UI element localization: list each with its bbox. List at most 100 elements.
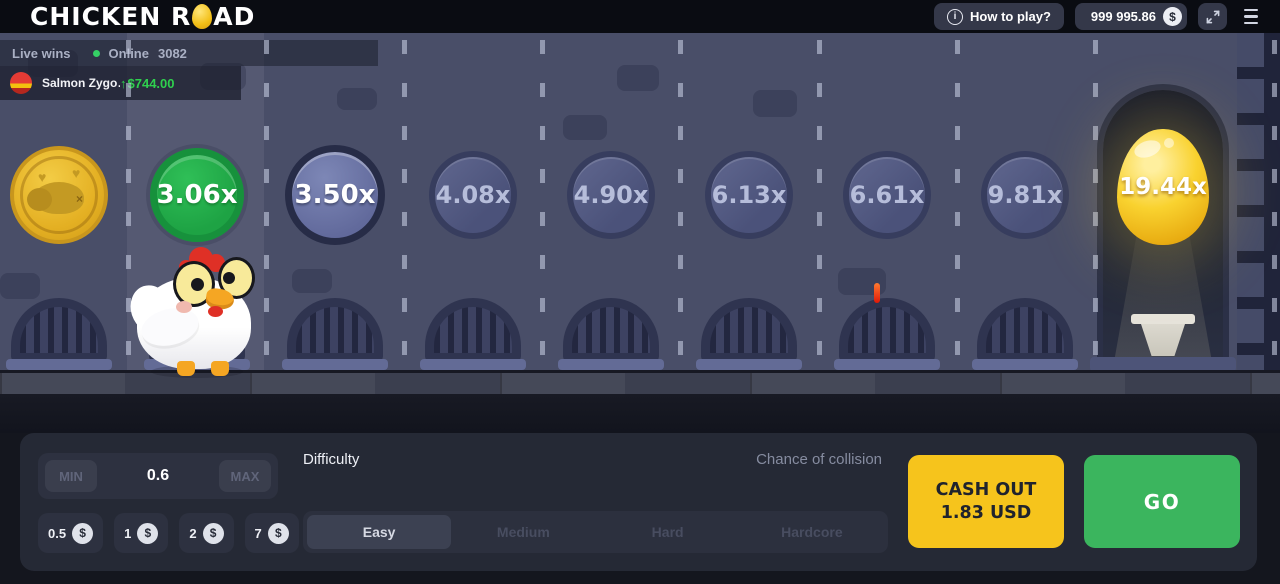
currency-coin-icon: $ xyxy=(1163,7,1182,26)
coin-x-eye: × xyxy=(76,192,83,206)
chip-1-button[interactable]: 1 $ xyxy=(114,513,168,553)
grate-bars xyxy=(287,298,383,362)
sewer-grate xyxy=(701,298,797,370)
quick-bet-chips: 0.5 $ 1 $ 2 $ 7 $ xyxy=(38,513,299,553)
brick-patch xyxy=(0,273,40,299)
cash-out-button[interactable]: CASH OUT 1.83 USD xyxy=(908,455,1064,548)
chicken-character xyxy=(131,251,263,379)
how-to-play-button[interactable]: How to play? xyxy=(934,3,1064,30)
chicken-foot-left xyxy=(177,361,195,376)
multiplier-next: 3.50x xyxy=(285,145,385,245)
header-controls: How to play? 999 995.86 $ xyxy=(934,3,1264,30)
chicken-tongue xyxy=(208,306,223,317)
collected-coin-icon: ♥ ♥ × xyxy=(10,146,108,244)
chip-2-button[interactable]: 2 $ xyxy=(179,513,233,553)
lane-divider xyxy=(817,40,822,370)
brick-patch xyxy=(563,115,607,140)
sewer-grate xyxy=(425,298,521,370)
how-to-play-label: How to play? xyxy=(970,9,1051,24)
brick-patch xyxy=(753,90,797,117)
chip-0.5-button[interactable]: 0.5 $ xyxy=(38,513,103,553)
player-avatar xyxy=(10,72,32,94)
top-bar: CHICKEN R AD How to play? 999 995.86 $ xyxy=(0,0,1280,33)
menu-button[interactable] xyxy=(1238,3,1264,30)
egg-icon xyxy=(192,4,212,29)
brick-patch xyxy=(292,269,332,293)
brick-patch xyxy=(617,65,659,91)
online-count: 3082 xyxy=(158,46,187,61)
lane-divider xyxy=(264,40,269,370)
dollar-coin-icon: $ xyxy=(203,523,224,544)
online-dot-icon xyxy=(93,50,100,57)
multiplier-locked: 4.08x xyxy=(429,151,517,239)
lane-divider xyxy=(955,40,960,370)
difficulty-hardcore[interactable]: Hardcore xyxy=(740,515,884,549)
cash-out-amount: 1.83 USD xyxy=(914,502,1058,525)
collision-chance-label: Chance of collision xyxy=(603,451,882,468)
dollar-coin-icon: $ xyxy=(72,523,93,544)
grate-bars xyxy=(563,298,659,362)
live-wins-title: Live wins xyxy=(12,46,71,61)
live-wins-bar: Live wins Online 3082 xyxy=(0,40,378,66)
info-icon xyxy=(947,9,963,25)
chicken-cheek xyxy=(176,301,192,313)
lane-divider xyxy=(540,40,545,370)
lane-divider xyxy=(1093,40,1098,370)
road-edge-shadow xyxy=(0,394,1280,433)
multiplier-locked: 9.81x xyxy=(981,151,1069,239)
logo-text-right: AD xyxy=(213,0,255,33)
difficulty-selector: Easy Medium Hard Hardcore xyxy=(303,511,888,553)
bet-amount-input[interactable]: 0.6 xyxy=(147,467,169,485)
difficulty-label: Difficulty xyxy=(303,451,359,468)
chip-7-button[interactable]: 7 $ xyxy=(245,513,299,553)
fullscreen-button[interactable] xyxy=(1198,3,1227,30)
lane-divider xyxy=(1272,40,1277,370)
app-logo: CHICKEN R AD xyxy=(30,0,255,33)
grate-sill xyxy=(420,359,526,370)
difficulty-easy[interactable]: Easy xyxy=(307,515,451,549)
lane-divider xyxy=(402,40,407,370)
difficulty-medium[interactable]: Medium xyxy=(451,515,595,549)
brick-patch xyxy=(337,88,377,110)
go-button[interactable]: GO xyxy=(1084,455,1240,548)
final-multiplier: 19.44x xyxy=(1119,174,1207,200)
multiplier-hit: 3.06x xyxy=(150,148,244,242)
bet-amount-box: MIN 0.6 MAX xyxy=(38,453,278,499)
grate-bars xyxy=(977,298,1073,362)
lane-divider xyxy=(678,40,683,370)
sewer-grate xyxy=(563,298,659,370)
grate-sill xyxy=(834,359,940,370)
sewer-grate xyxy=(839,298,935,370)
balance-value: 999 995.86 xyxy=(1091,9,1156,24)
difficulty-hard[interactable]: Hard xyxy=(596,515,740,549)
sewer-grate xyxy=(287,298,383,370)
bet-control-panel: MIN 0.6 MAX 0.5 $ 1 $ 2 $ 7 $ Difficulty… xyxy=(20,433,1257,571)
fullscreen-icon xyxy=(1205,9,1221,25)
cash-out-label: CASH OUT xyxy=(914,479,1058,502)
live-win-entry: Salmon Zygo… ↑ $744.00 xyxy=(0,66,241,100)
multiplier-locked: 4.90x xyxy=(567,151,655,239)
flame-icon xyxy=(874,283,880,303)
dollar-coin-icon: $ xyxy=(268,523,289,544)
grate-bars xyxy=(11,298,107,362)
game-scene: Live wins Online 3082 Salmon Zygo… ↑ $74… xyxy=(0,33,1280,433)
multiplier-locked: 6.61x xyxy=(843,151,931,239)
grate-bars xyxy=(839,298,935,362)
menu-icon xyxy=(1244,9,1258,11)
sewer-grate xyxy=(11,298,107,370)
min-bet-button[interactable]: MIN xyxy=(45,460,97,492)
sewer-grate xyxy=(977,298,1073,370)
grate-sill xyxy=(972,359,1078,370)
dollar-coin-icon: $ xyxy=(137,523,158,544)
grate-sill xyxy=(696,359,802,370)
grate-bars xyxy=(425,298,521,362)
grate-bars xyxy=(701,298,797,362)
max-bet-button[interactable]: MAX xyxy=(219,460,271,492)
grate-sill xyxy=(282,359,388,370)
pedestal-top xyxy=(1131,314,1195,324)
chicken-foot-right xyxy=(211,361,229,376)
grate-sill xyxy=(558,359,664,370)
balance-display[interactable]: 999 995.86 $ xyxy=(1075,3,1187,30)
player-name: Salmon Zygo… xyxy=(42,76,120,90)
grate-sill xyxy=(6,359,112,370)
